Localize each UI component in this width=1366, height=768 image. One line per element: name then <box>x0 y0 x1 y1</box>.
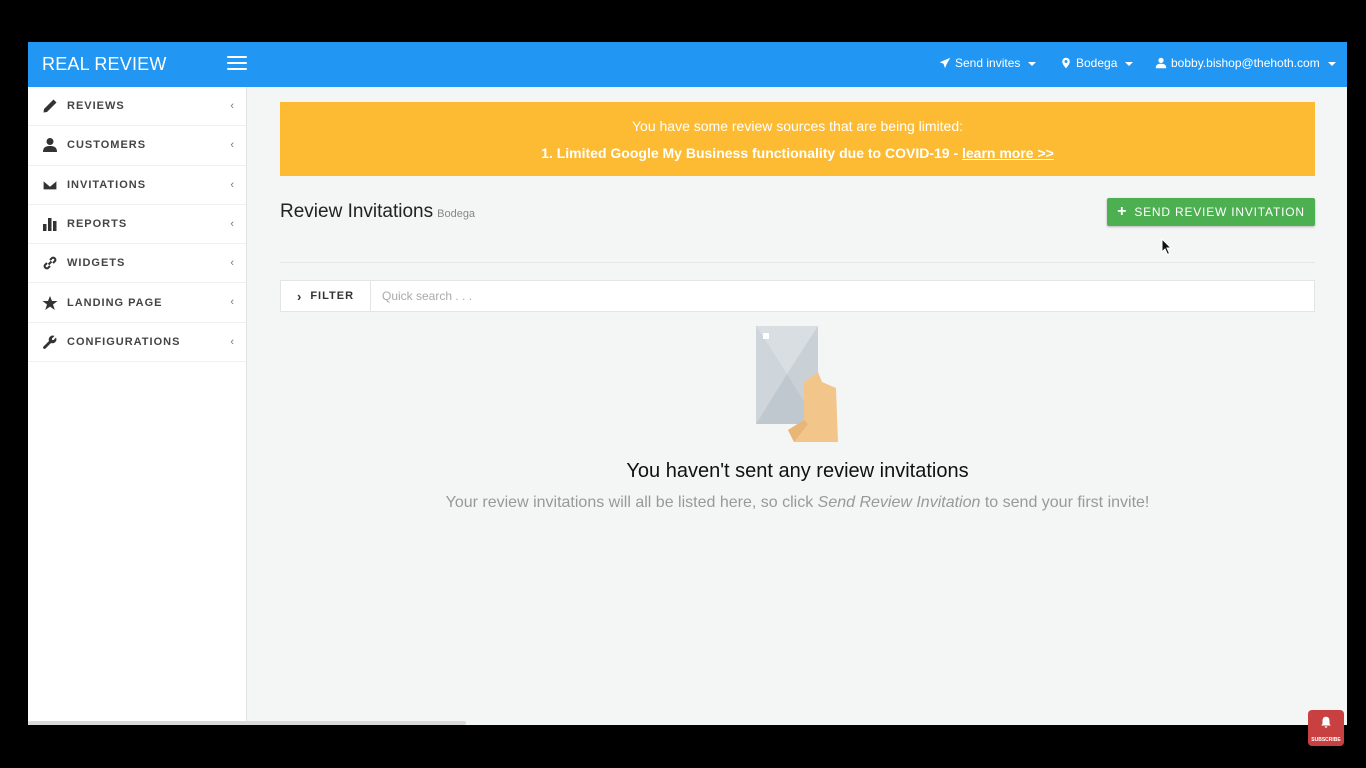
chevron-left-icon: ‹ <box>230 257 234 270</box>
sidebar-item-reviews[interactable]: REVIEWS ‹ <box>28 87 246 127</box>
top-bar: REAL REVIEW Send invites Bodega bobby.bi… <box>28 42 1347 87</box>
horizontal-scrollbar[interactable] <box>28 721 466 725</box>
caret-down-icon <box>1327 62 1336 66</box>
hamburger-menu-icon[interactable] <box>227 56 247 72</box>
page-subtitle: Bodega <box>437 208 476 220</box>
star-icon <box>41 294 59 312</box>
alert-detail-text: 1. Limited Google My Business functional… <box>541 145 962 161</box>
alert-detail: 1. Limited Google My Business functional… <box>280 145 1315 161</box>
sidebar: REVIEWS ‹ CUSTOMERS ‹ INVITATIONS ‹ REPO… <box>28 87 247 725</box>
sidebar-item-label: INVITATIONS <box>67 178 147 191</box>
location-label: Bodega <box>1076 56 1118 70</box>
user-account-dropdown[interactable]: bobby.bishop@thehoth.com <box>1155 56 1336 70</box>
empty-desc-after: to send your first invite! <box>980 494 1150 511</box>
sidebar-item-widgets[interactable]: WIDGETS ‹ <box>28 244 246 284</box>
user-icon <box>41 136 59 154</box>
caret-down-icon <box>1028 62 1037 66</box>
limited-sources-alert: You have some review sources that are be… <box>280 102 1315 176</box>
chevron-right-icon: › <box>296 288 303 304</box>
sidebar-item-reports[interactable]: REPORTS ‹ <box>28 205 246 245</box>
sidebar-item-landing-page[interactable]: LANDING PAGE ‹ <box>28 283 246 323</box>
empty-state-description: Your review invitations will all be list… <box>280 494 1315 512</box>
mouse-cursor-icon <box>1161 238 1173 256</box>
send-invites-dropdown[interactable]: Send invites <box>939 56 1037 70</box>
chevron-left-icon: ‹ <box>230 217 234 230</box>
filter-label: FILTER <box>310 290 355 302</box>
chevron-left-icon: ‹ <box>230 178 234 191</box>
learn-more-link[interactable]: learn more >> <box>962 145 1054 161</box>
brand-logo[interactable]: REAL REVIEW <box>42 54 167 75</box>
caret-down-icon <box>1125 62 1134 66</box>
location-dropdown[interactable]: Bodega <box>1060 56 1134 70</box>
sidebar-item-invitations[interactable]: INVITATIONS ‹ <box>28 166 246 205</box>
sidebar-item-label: WIDGETS <box>67 257 126 270</box>
bar-chart-icon <box>41 215 59 233</box>
sidebar-item-customers[interactable]: CUSTOMERS ‹ <box>28 126 246 166</box>
app-window: REAL REVIEW Send invites Bodega bobby.bi… <box>28 42 1347 725</box>
chevron-left-icon: ‹ <box>230 139 234 152</box>
user-icon <box>1155 57 1167 69</box>
send-review-invitation-label: SEND REVIEW INVITATION <box>1134 205 1305 219</box>
plus-icon: + <box>1117 203 1128 220</box>
empty-desc-emphasis: Send Review Invitation <box>817 494 981 511</box>
bell-icon <box>1321 716 1331 728</box>
wrench-icon <box>41 333 59 351</box>
sidebar-item-label: CONFIGURATIONS <box>67 335 181 348</box>
sidebar-item-configurations[interactable]: CONFIGURATIONS ‹ <box>28 323 246 363</box>
sidebar-item-label: REVIEWS <box>67 100 125 113</box>
filter-bar: › FILTER <box>280 280 1315 312</box>
sidebar-item-label: CUSTOMERS <box>67 139 147 152</box>
empty-desc-before: Your review invitations will all be list… <box>445 494 818 511</box>
envelope-icon <box>41 176 59 194</box>
link-icon <box>41 254 59 272</box>
sidebar-item-label: LANDING PAGE <box>67 296 163 309</box>
envelope-in-hand-illustration <box>756 326 838 442</box>
send-review-invitation-button[interactable]: + SEND REVIEW INVITATION <box>1107 198 1315 226</box>
map-marker-icon <box>1062 57 1070 69</box>
empty-state-title: You haven't sent any review invitations <box>626 460 969 482</box>
sidebar-item-label: REPORTS <box>67 218 128 231</box>
filter-toggle-button[interactable]: › FILTER <box>281 281 371 311</box>
alert-message: You have some review sources that are be… <box>632 118 963 134</box>
header-divider <box>280 262 1315 263</box>
user-email-label: bobby.bishop@thehoth.com <box>1171 56 1320 70</box>
send-invites-label: Send invites <box>955 56 1021 70</box>
pencil-icon <box>41 97 59 115</box>
page-title-text: Review Invitations <box>280 201 434 222</box>
paper-plane-icon <box>939 57 951 69</box>
subscribe-label: SUBSCRIBE <box>1311 737 1341 743</box>
chevron-left-icon: ‹ <box>230 335 234 348</box>
subscribe-button[interactable]: SUBSCRIBE <box>1308 710 1344 746</box>
page-title: Review Invitations Bodega <box>280 201 475 223</box>
chevron-left-icon: ‹ <box>230 296 234 309</box>
chevron-left-icon: ‹ <box>230 100 234 112</box>
quick-search-input[interactable] <box>372 281 1312 311</box>
